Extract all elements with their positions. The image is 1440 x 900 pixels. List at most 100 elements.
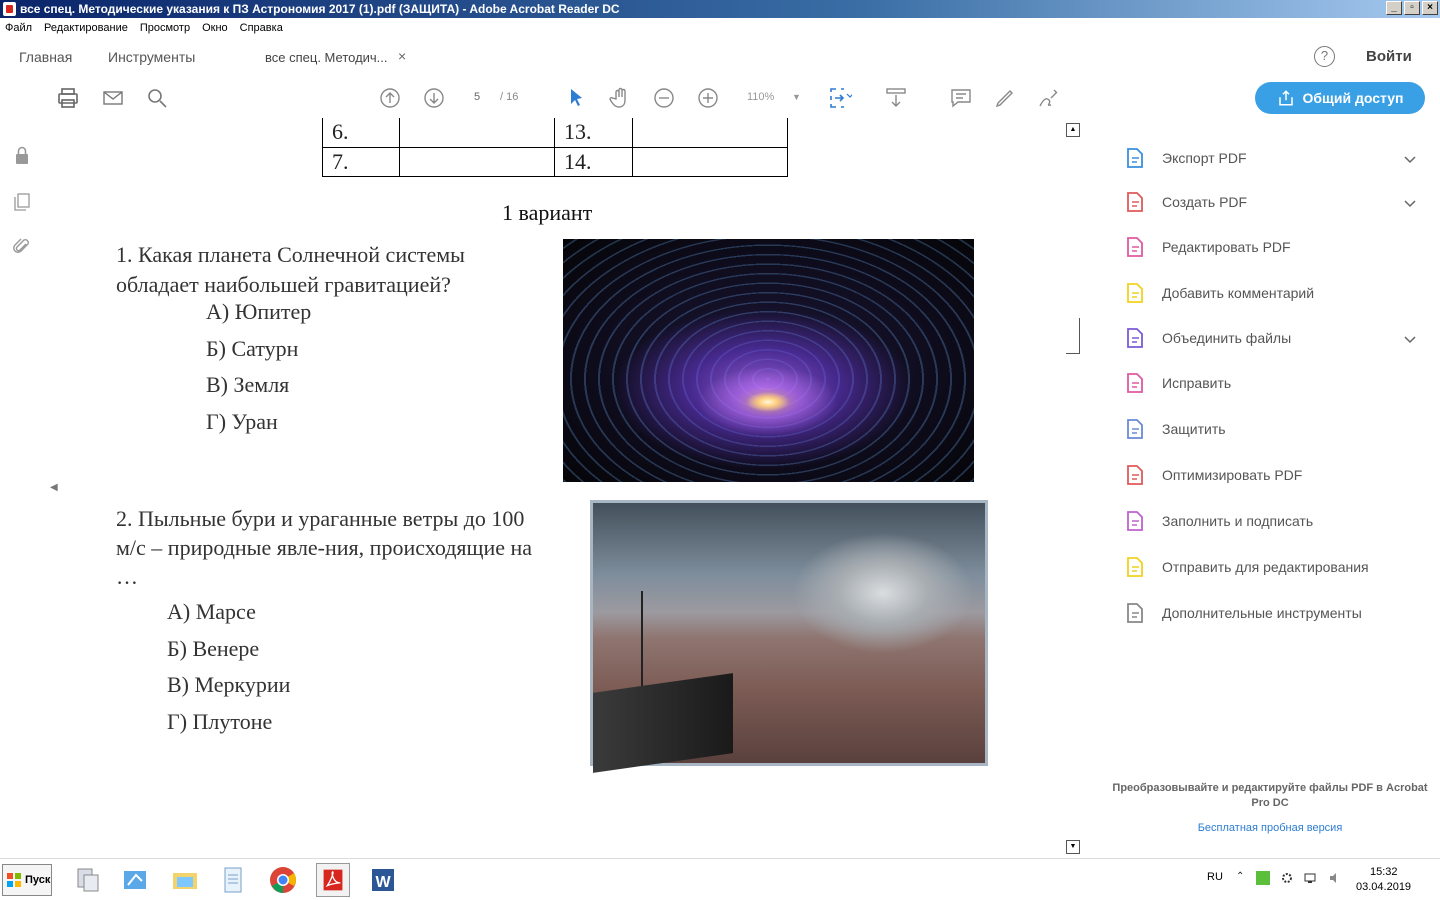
login-button[interactable]: Войти xyxy=(1366,48,1412,65)
tool-item-label: Редактировать PDF xyxy=(1162,239,1291,255)
tool-item[interactable]: Заполнить и подписать xyxy=(1127,506,1314,536)
table-cell: 14. xyxy=(554,146,633,177)
tool-item-label: Оптимизировать PDF xyxy=(1162,467,1303,483)
network-icon[interactable] xyxy=(1304,871,1318,885)
edit-pdf-icon xyxy=(1124,236,1146,258)
table-cell xyxy=(399,146,555,177)
minimize-button[interactable]: _ xyxy=(1386,1,1402,15)
tool-item[interactable]: Редактировать PDF xyxy=(1127,232,1291,262)
tool-item[interactable]: Добавить комментарий xyxy=(1127,278,1315,308)
lander-antenna xyxy=(641,591,643,691)
start-button[interactable]: Пуск xyxy=(2,864,52,896)
toolbar: 5 / 16 110% ▼ Общий доступ xyxy=(0,78,1440,118)
close-window-button[interactable]: × xyxy=(1422,1,1438,15)
tool-item-label: Отправить для редактирования xyxy=(1162,559,1369,575)
taskbar: Пуск W RU ⌃ 15:32 03.04.2019 xyxy=(0,858,1440,900)
free-trial-link[interactable]: Бесплатная пробная версия xyxy=(1110,822,1430,834)
chevron-down-icon[interactable] xyxy=(1404,196,1416,208)
tray-expand-icon[interactable]: ⌃ xyxy=(1236,871,1250,885)
chrome-taskbar-icon[interactable] xyxy=(266,863,300,897)
previous-page-arrow-icon[interactable]: ◀ xyxy=(50,482,58,493)
table-cell: 13. xyxy=(554,118,633,148)
comment-icon xyxy=(1124,282,1146,304)
export-pdf-icon xyxy=(1124,147,1146,169)
more-tools-icon xyxy=(1124,602,1146,624)
tray-app-icon[interactable] xyxy=(1256,871,1270,885)
email-icon[interactable] xyxy=(101,86,125,110)
explorer-taskbar-icon[interactable] xyxy=(70,863,104,897)
search-icon[interactable] xyxy=(145,86,169,110)
chevron-down-icon[interactable] xyxy=(1404,332,1416,344)
scroll-thumb[interactable] xyxy=(1066,318,1080,354)
answer-table: 6. 13. 7. 14. xyxy=(322,118,788,177)
tool-item-label: Дополнительные инструменты xyxy=(1162,605,1362,621)
table-cell: 7. xyxy=(322,146,400,177)
close-tab-icon[interactable]: × xyxy=(398,48,406,64)
menu-edit[interactable]: Редактирование xyxy=(44,19,128,37)
zoom-dropdown-icon[interactable]: ▼ xyxy=(792,92,801,102)
vertical-scrollbar[interactable]: ▲ ▼ xyxy=(1064,118,1082,858)
menu-window[interactable]: Окно xyxy=(202,19,228,37)
scroll-up-icon[interactable]: ▲ xyxy=(1066,123,1080,137)
variant-heading: 1 вариант xyxy=(502,200,593,225)
previous-page-icon[interactable] xyxy=(378,86,402,110)
tray-settings-icon[interactable] xyxy=(1280,871,1294,885)
language-indicator[interactable]: RU xyxy=(1207,871,1223,883)
notepad-taskbar-icon[interactable] xyxy=(216,863,250,897)
clock-time[interactable]: 15:32 xyxy=(1370,866,1398,878)
next-page-icon[interactable] xyxy=(422,86,446,110)
menu-help[interactable]: Справка xyxy=(240,19,283,37)
zoom-level[interactable]: 110% xyxy=(747,91,774,103)
window-titlebar: все спец. Методические указания к ПЗ Аст… xyxy=(0,0,1440,18)
share-button-label: Общий доступ xyxy=(1302,90,1404,106)
scroll-mode-icon[interactable] xyxy=(884,86,908,110)
left-navigation-rail xyxy=(0,118,44,858)
zoom-in-icon[interactable] xyxy=(696,86,720,110)
restore-button[interactable]: ▫ xyxy=(1404,1,1420,15)
tool-item[interactable]: Создать PDF xyxy=(1127,187,1247,217)
menu-file[interactable]: Файл xyxy=(5,19,32,37)
clock-date[interactable]: 03.04.2019 xyxy=(1356,881,1411,893)
document-viewport[interactable]: 6. 13. 7. 14. 1 вариант 1. Какая планета… xyxy=(44,118,1082,858)
share-button[interactable]: Общий доступ xyxy=(1255,82,1425,114)
page-number-input[interactable]: 5 xyxy=(474,91,480,103)
sign-icon[interactable] xyxy=(1037,86,1061,110)
page-thumbnails-icon[interactable] xyxy=(12,192,32,212)
word-taskbar-icon[interactable]: W xyxy=(366,863,400,897)
tab-home[interactable]: Главная xyxy=(19,49,72,65)
select-cursor-icon[interactable] xyxy=(564,86,588,110)
tool-item[interactable]: Экспорт PDF xyxy=(1127,143,1247,173)
folder-taskbar-icon[interactable] xyxy=(168,863,202,897)
scroll-down-icon[interactable]: ▼ xyxy=(1066,840,1080,854)
tool-item[interactable]: Защитить xyxy=(1127,414,1226,444)
volume-icon[interactable] xyxy=(1328,871,1342,885)
attachment-icon[interactable] xyxy=(12,237,32,257)
windows-logo-icon xyxy=(7,873,21,887)
tool-item[interactable]: Исправить xyxy=(1127,368,1232,398)
tool-item-label: Исправить xyxy=(1162,375,1232,391)
create-pdf-icon xyxy=(1124,191,1146,213)
zoom-out-icon[interactable] xyxy=(652,86,676,110)
tab-tools[interactable]: Инструменты xyxy=(108,49,195,65)
help-icon[interactable]: ? xyxy=(1314,46,1335,67)
tool-item[interactable]: Оптимизировать PDF xyxy=(1127,460,1303,490)
menu-view[interactable]: Просмотр xyxy=(140,19,190,37)
hand-tool-icon[interactable] xyxy=(608,86,632,110)
acrobat-taskbar-icon[interactable] xyxy=(316,863,350,897)
tool-item[interactable]: Отправить для редактирования xyxy=(1127,552,1369,582)
tab-document[interactable]: все спец. Методич... xyxy=(265,50,388,65)
print-icon[interactable] xyxy=(56,86,80,110)
tool-item[interactable]: Объединить файлы xyxy=(1127,323,1291,353)
send-review-icon xyxy=(1124,556,1146,578)
tool-item-label: Добавить комментарий xyxy=(1162,285,1315,301)
page-fit-icon[interactable] xyxy=(828,86,854,110)
chevron-down-icon[interactable] xyxy=(1404,152,1416,164)
share-icon xyxy=(1278,90,1293,106)
comment-tool-icon[interactable] xyxy=(949,86,973,110)
tool-item-label: Заполнить и подписать xyxy=(1162,513,1314,529)
highlight-pen-icon[interactable] xyxy=(993,86,1017,110)
tool-item[interactable]: Дополнительные инструменты xyxy=(1127,598,1362,628)
lock-icon[interactable] xyxy=(12,145,32,165)
start-label: Пуск xyxy=(25,874,51,886)
paint-taskbar-icon[interactable] xyxy=(118,863,152,897)
